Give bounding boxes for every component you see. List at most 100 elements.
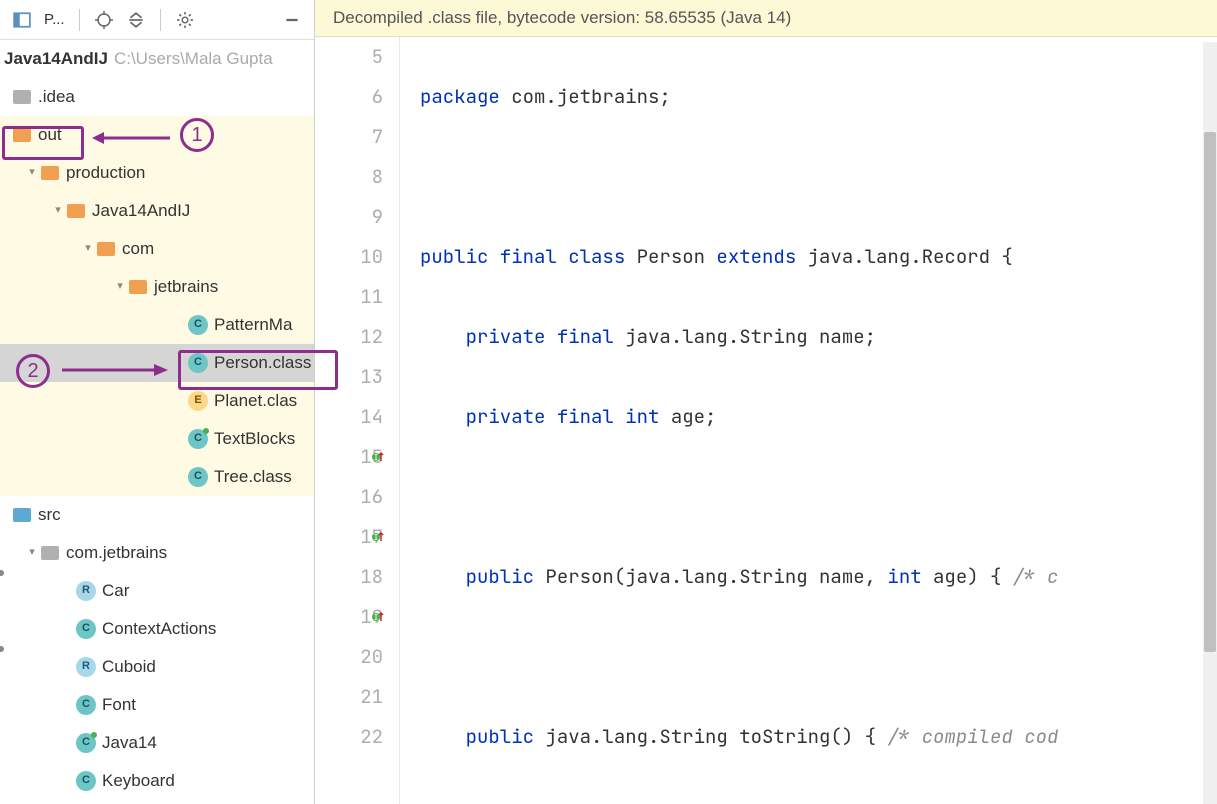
folder-icon	[40, 543, 60, 563]
gutter-line: 9	[315, 197, 383, 237]
folder-icon	[96, 239, 116, 259]
gear-icon[interactable]	[171, 6, 199, 34]
tree-file-contextactions[interactable]: C ContextActions	[0, 610, 314, 648]
chevron-down-icon: ▾	[24, 545, 40, 560]
project-label[interactable]: P...	[40, 11, 69, 28]
svg-text:I: I	[374, 453, 379, 463]
tree-folder-src[interactable]: src	[0, 496, 314, 534]
editor-pane: Decompiled .class file, bytecode version…	[315, 0, 1217, 804]
tree-folder-jetbrains[interactable]: ▾ jetbrains	[0, 268, 314, 306]
gutter-line: 10	[315, 237, 383, 277]
tree-folder-idea[interactable]: .idea	[0, 78, 314, 116]
tree-file-tree[interactable]: C Tree.class	[0, 458, 314, 496]
class-icon: C	[188, 353, 208, 373]
gutter-line: 12	[315, 317, 383, 357]
class-icon: C	[76, 619, 96, 639]
tree-folder-com[interactable]: ▾ com	[0, 230, 314, 268]
locate-icon[interactable]	[90, 6, 118, 34]
tree-label: ContextActions	[102, 617, 216, 641]
tree-file-patternma[interactable]: C PatternMa	[0, 306, 314, 344]
gutter-line: 6	[315, 77, 383, 117]
tree-file-textblocks[interactable]: C TextBlocks	[0, 420, 314, 458]
decompile-banner: Decompiled .class file, bytecode version…	[315, 0, 1217, 37]
tree-file-keyboard[interactable]: C Keyboard	[0, 762, 314, 800]
tree-folder-out[interactable]: out	[0, 116, 314, 154]
tree-label: Tree.class	[214, 465, 292, 489]
tree-package-comjetbrains[interactable]: ▾ com.jetbrains	[0, 534, 314, 572]
scrollbar-thumb[interactable]	[1204, 132, 1216, 652]
chevron-down-icon: ▾	[112, 279, 128, 294]
tree-label: TextBlocks	[214, 427, 295, 451]
class-icon: C	[76, 695, 96, 715]
project-view-icon[interactable]	[8, 6, 36, 34]
tree-file-java14[interactable]: C Java14	[0, 724, 314, 762]
tree-file-cuboid[interactable]: R Cuboid	[0, 648, 314, 686]
minimize-icon[interactable]	[278, 6, 306, 34]
gutter-line: 16	[315, 477, 383, 517]
toolbar-separator	[79, 9, 80, 31]
tree-file-person[interactable]: C Person.class	[0, 344, 314, 382]
tree-label: Car	[102, 579, 129, 603]
tree-label: src	[38, 503, 61, 527]
project-tree: Java14AndIJ C:\Users\Mala Gupta .idea ou…	[0, 40, 314, 804]
gutter-line: 20	[315, 637, 383, 677]
chevron-down-icon: ▾	[24, 165, 40, 180]
folder-icon	[12, 87, 32, 107]
sidebar-toolbar: P...	[0, 0, 314, 40]
folder-icon	[128, 277, 148, 297]
implements-icon[interactable]: I	[371, 610, 385, 624]
tree-root[interactable]: Java14AndIJ C:\Users\Mala Gupta	[0, 40, 314, 78]
folder-icon	[66, 201, 86, 221]
implements-icon[interactable]: I	[371, 450, 385, 464]
toolbar-separator	[160, 9, 161, 31]
enum-icon: E	[188, 391, 208, 411]
tree-label: jetbrains	[154, 275, 218, 299]
project-name: Java14AndIJ	[4, 47, 108, 71]
class-icon: C	[76, 771, 96, 791]
tree-label: Java14AndIJ	[92, 199, 190, 223]
tree-folder-production[interactable]: ▾ production	[0, 154, 314, 192]
tree-label: production	[66, 161, 145, 185]
tree-folder-java14[interactable]: ▾ Java14AndIJ	[0, 192, 314, 230]
editor-scrollbar[interactable]	[1203, 42, 1217, 804]
gutter-line: 22	[315, 717, 383, 757]
tree-label: Planet.clas	[214, 389, 297, 413]
tree-file-planet[interactable]: E Planet.clas	[0, 382, 314, 420]
gutter-line: 11	[315, 277, 383, 317]
tree-label: com	[122, 237, 154, 261]
project-path: C:\Users\Mala Gupta	[114, 47, 273, 71]
gutter-line: 7	[315, 117, 383, 157]
class-icon: C	[188, 429, 208, 449]
gutter-line: 21	[315, 677, 383, 717]
folder-icon	[12, 125, 32, 145]
implements-icon[interactable]: I	[371, 530, 385, 544]
folder-icon	[12, 505, 32, 525]
gutter-line: 17I	[315, 517, 383, 557]
gutter-line: 19I	[315, 597, 383, 637]
svg-text:I: I	[374, 533, 379, 543]
gutter-line: 18	[315, 557, 383, 597]
tree-label: .idea	[38, 85, 75, 109]
project-sidebar: P... Java14AndIJ C:\Users\Mala Gupta	[0, 0, 315, 804]
tree-file-car[interactable]: R Car	[0, 572, 314, 610]
tree-file-font[interactable]: C Font	[0, 686, 314, 724]
line-gutter: 5 6 7 8 9 10 11 12 13 14 15I 16 17I 18 1…	[315, 37, 400, 804]
gutter-line: 14	[315, 397, 383, 437]
folder-icon	[40, 163, 60, 183]
gutter-line: 13	[315, 357, 383, 397]
code-content[interactable]: package com.jetbrains; public final clas…	[400, 37, 1217, 804]
tree-label: Font	[102, 693, 136, 717]
chevron-down-icon: ▾	[50, 203, 66, 218]
gutter-line: 8	[315, 157, 383, 197]
tree-label: Keyboard	[102, 769, 175, 793]
collapse-all-icon[interactable]	[122, 6, 150, 34]
gutter-line: 15I	[315, 437, 383, 477]
tree-label: PatternMa	[214, 313, 292, 337]
record-icon: R	[76, 581, 96, 601]
tree-label: Cuboid	[102, 655, 156, 679]
tree-label: com.jetbrains	[66, 541, 167, 565]
chevron-down-icon: ▾	[80, 241, 96, 256]
code-area[interactable]: 5 6 7 8 9 10 11 12 13 14 15I 16 17I 18 1…	[315, 37, 1217, 804]
class-icon: C	[188, 315, 208, 335]
tree-label: out	[38, 123, 62, 147]
